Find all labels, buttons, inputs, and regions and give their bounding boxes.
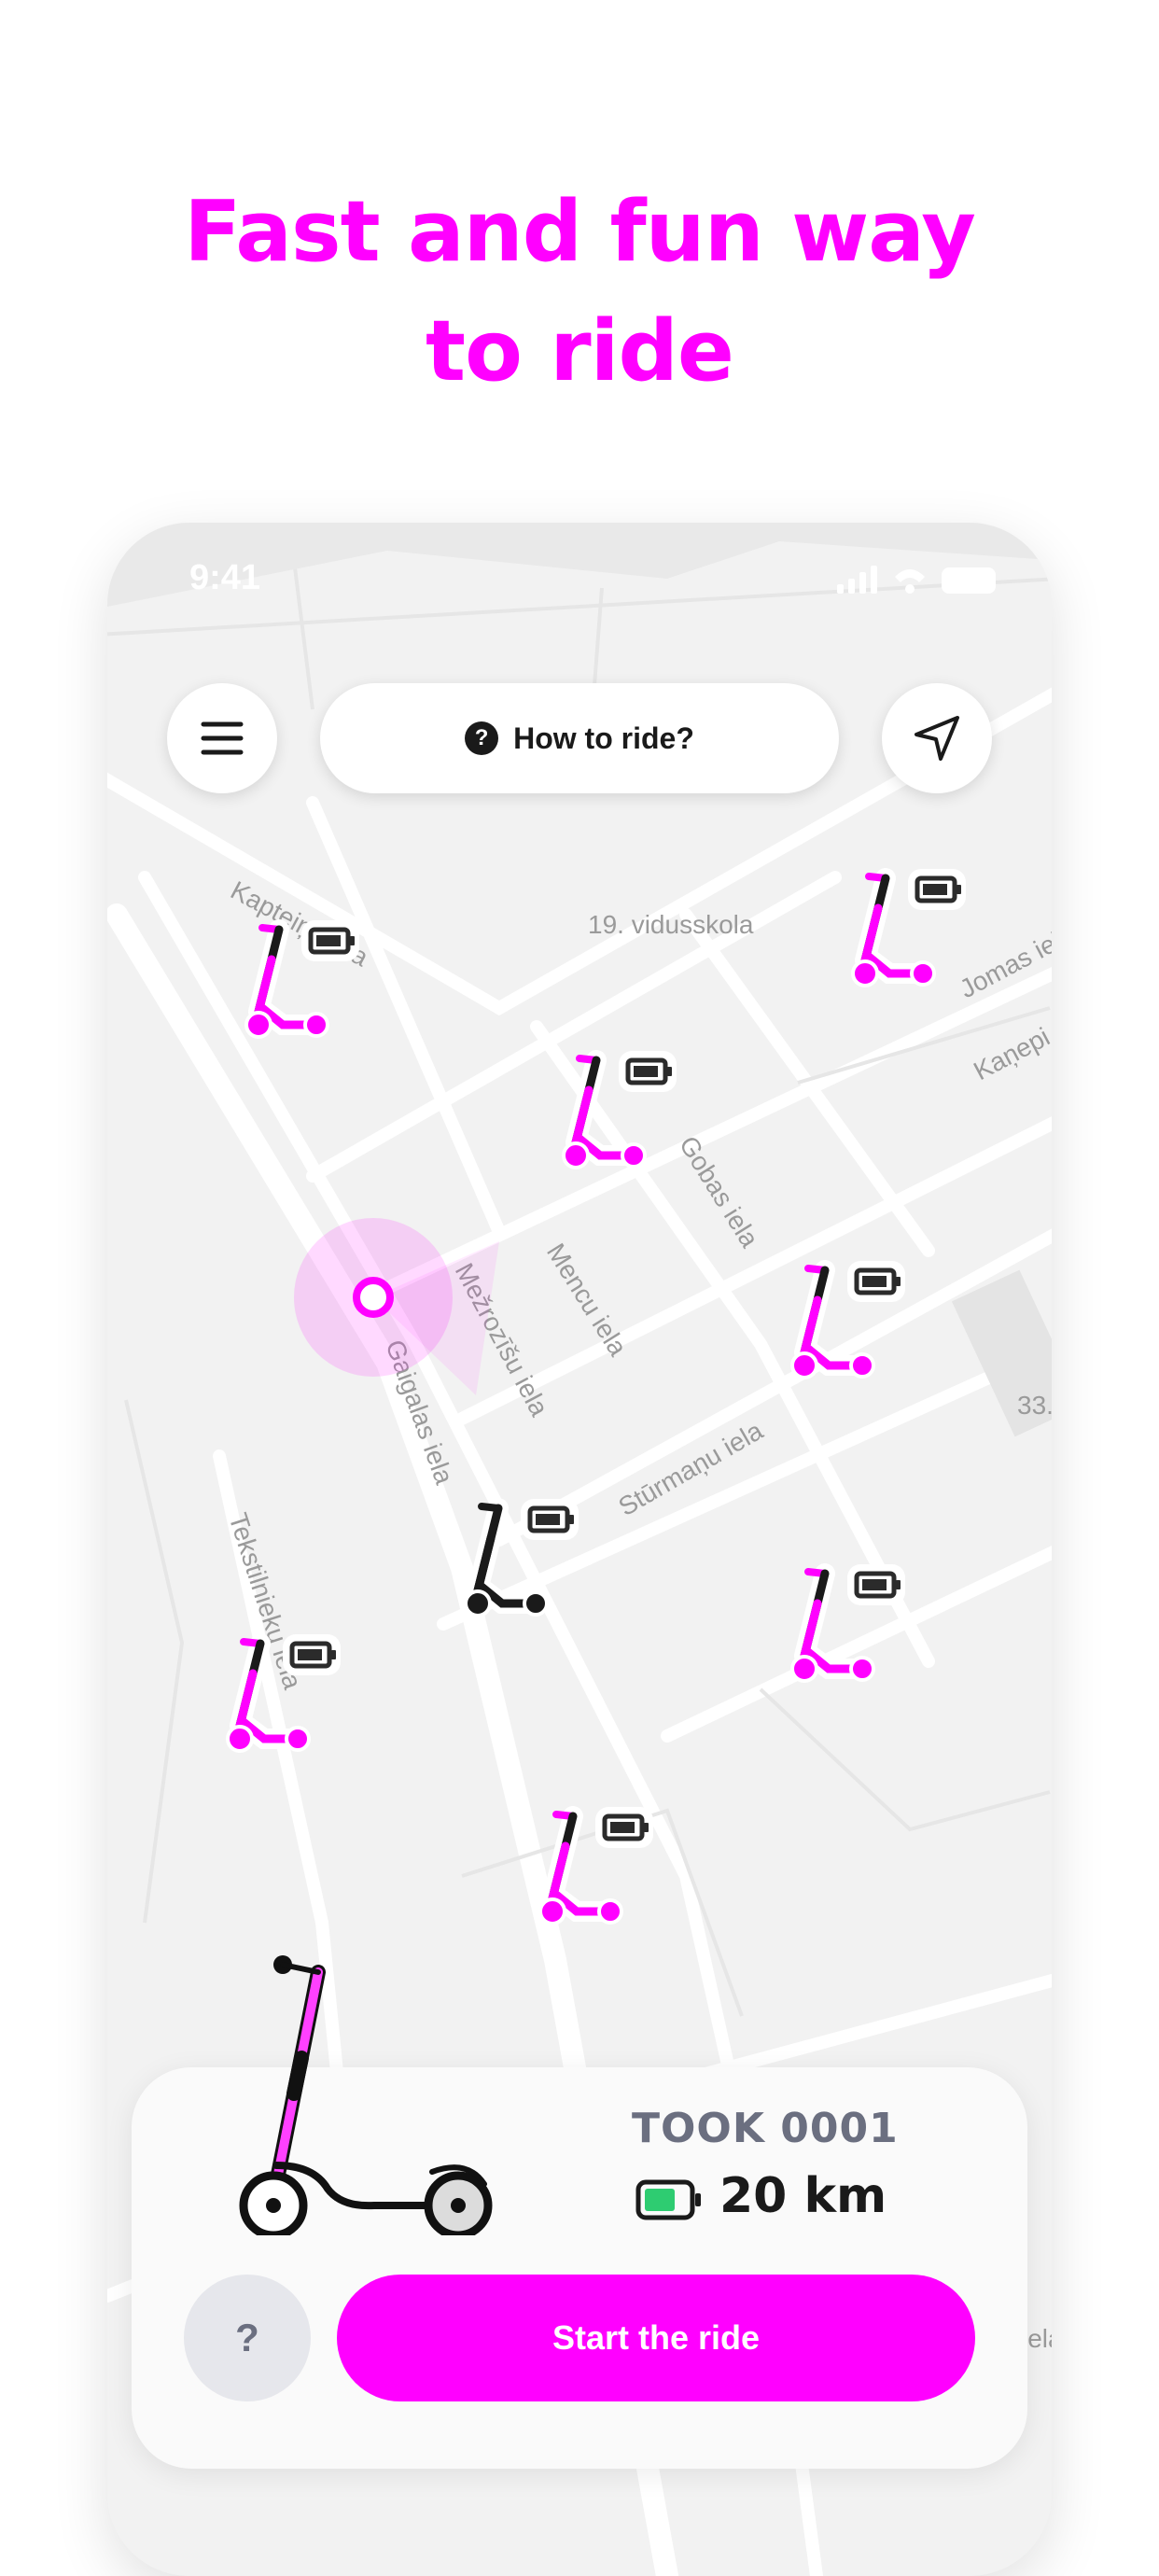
scooter-marker[interactable] — [238, 915, 369, 1045]
battery-icon — [635, 2179, 701, 2220]
status-icons — [837, 566, 996, 594]
scooter-illustration — [239, 1955, 493, 2235]
scooter-marker[interactable] — [784, 1255, 915, 1386]
map-label-school: 19. vidusskola — [588, 910, 754, 939]
headline: Fast and fun way to ride — [0, 173, 1159, 412]
help-circle-icon: ? — [465, 721, 499, 755]
scooter-marker[interactable] — [784, 1559, 915, 1689]
menu-button[interactable] — [167, 683, 277, 793]
scooter-marker[interactable] — [457, 1493, 588, 1624]
menu-icon — [201, 721, 244, 755]
start-ride-button[interactable]: Start the ride — [337, 2275, 975, 2401]
help-button[interactable]: ? — [184, 2275, 311, 2401]
vehicle-id: TOOK 0001 — [632, 2105, 899, 2152]
locate-me-button[interactable] — [882, 683, 992, 793]
status-time: 9:41 — [189, 558, 261, 597]
navigation-arrow-icon — [915, 716, 959, 761]
scooter-marker[interactable] — [532, 1801, 663, 1932]
vehicle-card: TOOK 0001 20 km ? Start the ride — [132, 1955, 1027, 2469]
headline-line-1: Fast and fun way — [184, 183, 976, 281]
vehicle-range: 20 km — [719, 2168, 887, 2224]
map-label-33: 33. — [1017, 1391, 1052, 1420]
scooter-marker[interactable] — [845, 863, 975, 994]
how-to-ride-button[interactable]: ? How to ride? — [320, 683, 839, 793]
headline-line-2: to ride — [426, 302, 734, 400]
scooter-marker[interactable] — [219, 1629, 350, 1759]
scooter-marker[interactable] — [555, 1045, 686, 1176]
phone-frame: 19. vidusskola Kapteiņu iela Jomas iela … — [107, 523, 1052, 2576]
how-to-ride-label: How to ride? — [513, 721, 694, 755]
